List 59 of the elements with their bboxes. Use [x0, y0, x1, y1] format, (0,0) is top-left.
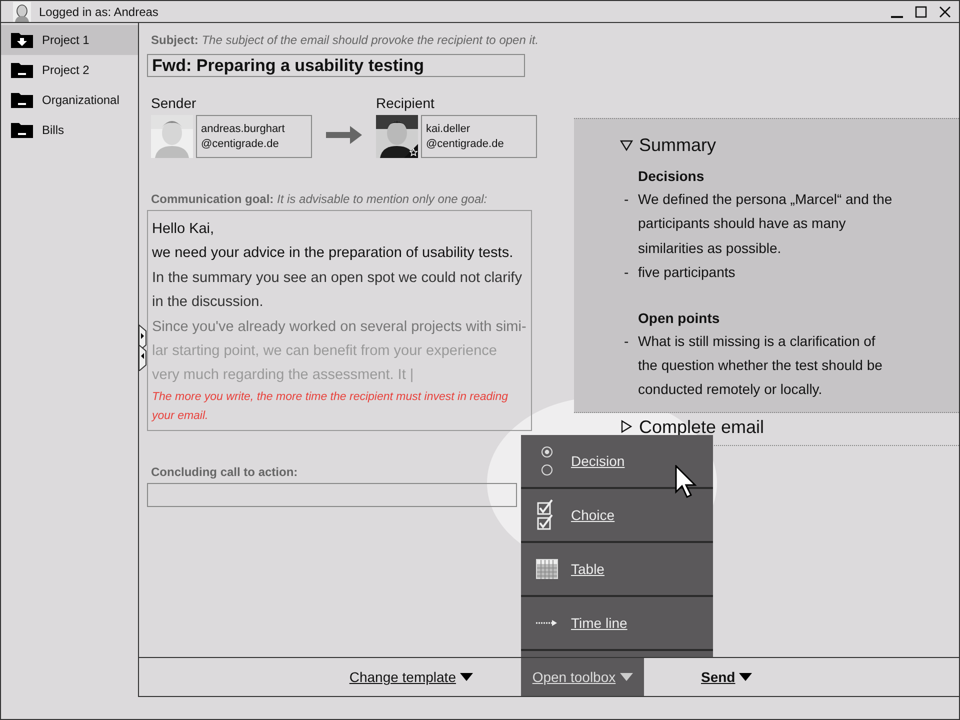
bullet-marker: - — [624, 190, 630, 209]
bullet-marker: - — [624, 263, 630, 282]
subject-hint: Subject: The subject of the email should provoke the recipient to open it. — [151, 32, 540, 49]
bullet-text: What is still missing is a clarification of the question whether the test should be conducted remotely or locally. — [638, 332, 884, 400]
bullet-text: five participants — [638, 263, 736, 282]
close-icon — [939, 6, 951, 18]
folder-icon — [10, 91, 34, 109]
folder-icon — [10, 61, 34, 79]
user-avatar-icon — [13, 2, 31, 22]
change-template-button[interactable]: Change template — [139, 658, 521, 696]
minimize-icon — [891, 16, 903, 18]
mouse-pointer-icon — [675, 465, 699, 499]
close-button[interactable] — [937, 4, 953, 20]
caret-icon — [620, 673, 633, 681]
section-heading: Open points — [638, 308, 721, 328]
length-warning: The more you write, the more time the recipient must invest in reading your email. — [152, 390, 510, 424]
timeline-arrow-icon — [536, 619, 558, 627]
email-text-line: very much regarding the assessment. It | — [152, 366, 415, 386]
person-label: Sender — [151, 95, 198, 111]
sidebar-item[interactable]: Organizational — [1, 85, 138, 115]
bullet-text: We defined the persona „Marcel“ and the participants should have as many similarities as possible. — [638, 190, 894, 258]
expanded-triangle-icon[interactable] — [620, 138, 633, 152]
arrow-icon — [326, 126, 362, 144]
email-body-field[interactable] — [147, 210, 532, 431]
email-address: andreas.burghart @centigrade.de — [196, 115, 312, 158]
radio-buttons-icon — [540, 446, 554, 476]
caret-icon — [739, 673, 752, 681]
star-badge-icon — [404, 144, 418, 158]
collapse-handles-icon[interactable] — [139, 323, 147, 371]
maximize-button[interactable] — [913, 4, 929, 20]
email-address: kai.deller @centigrade.de — [421, 115, 537, 158]
call-to-action-field[interactable] — [147, 482, 517, 507]
toolbox-item[interactable]: Table — [521, 543, 713, 597]
email-text-line: lar starting point, we can benefit from your experience — [152, 342, 498, 362]
section-heading: Decisions — [638, 167, 706, 186]
caret-icon — [460, 673, 473, 681]
send-button[interactable]: Send — [644, 658, 959, 696]
subject-field[interactable]: Fwd: Preparing a usability testing — [147, 54, 525, 77]
email-text-line: In the summary you see an open spot we could not clarify — [152, 268, 523, 288]
folder-icon — [10, 31, 34, 49]
open-toolbox-button[interactable]: Open toolbox — [521, 658, 644, 696]
sidebar-item[interactable]: Bills — [1, 115, 138, 145]
email-text-line: we need your advice in the preparation of usability tests. — [152, 244, 514, 264]
call-to-action-label: Concluding call to action: — [151, 464, 299, 479]
summary-title[interactable]: Summary — [639, 133, 716, 157]
toolbox-item[interactable]: Time line — [521, 597, 713, 651]
sidebar-item[interactable]: Project 2 — [1, 55, 138, 85]
folder-icon — [10, 121, 34, 139]
person-label: Recipient — [376, 95, 436, 111]
email-text-line: Since you've already worked on several projects with simi- — [152, 318, 527, 337]
maximize-icon — [915, 6, 927, 18]
sidebar-item[interactable]: Project 1 — [1, 25, 138, 55]
user-label: Logged in as: Andreas — [39, 4, 160, 18]
email-text-line: Hello Kai, — [152, 220, 216, 239]
bullet-marker: - — [624, 332, 630, 351]
table-icon — [536, 559, 558, 579]
goal-hint: Communication goal: It is advisable to mention only one goal: — [151, 192, 488, 206]
email-text-line: in the discussion. — [152, 293, 264, 312]
collapsed-triangle-icon[interactable] — [620, 420, 633, 434]
